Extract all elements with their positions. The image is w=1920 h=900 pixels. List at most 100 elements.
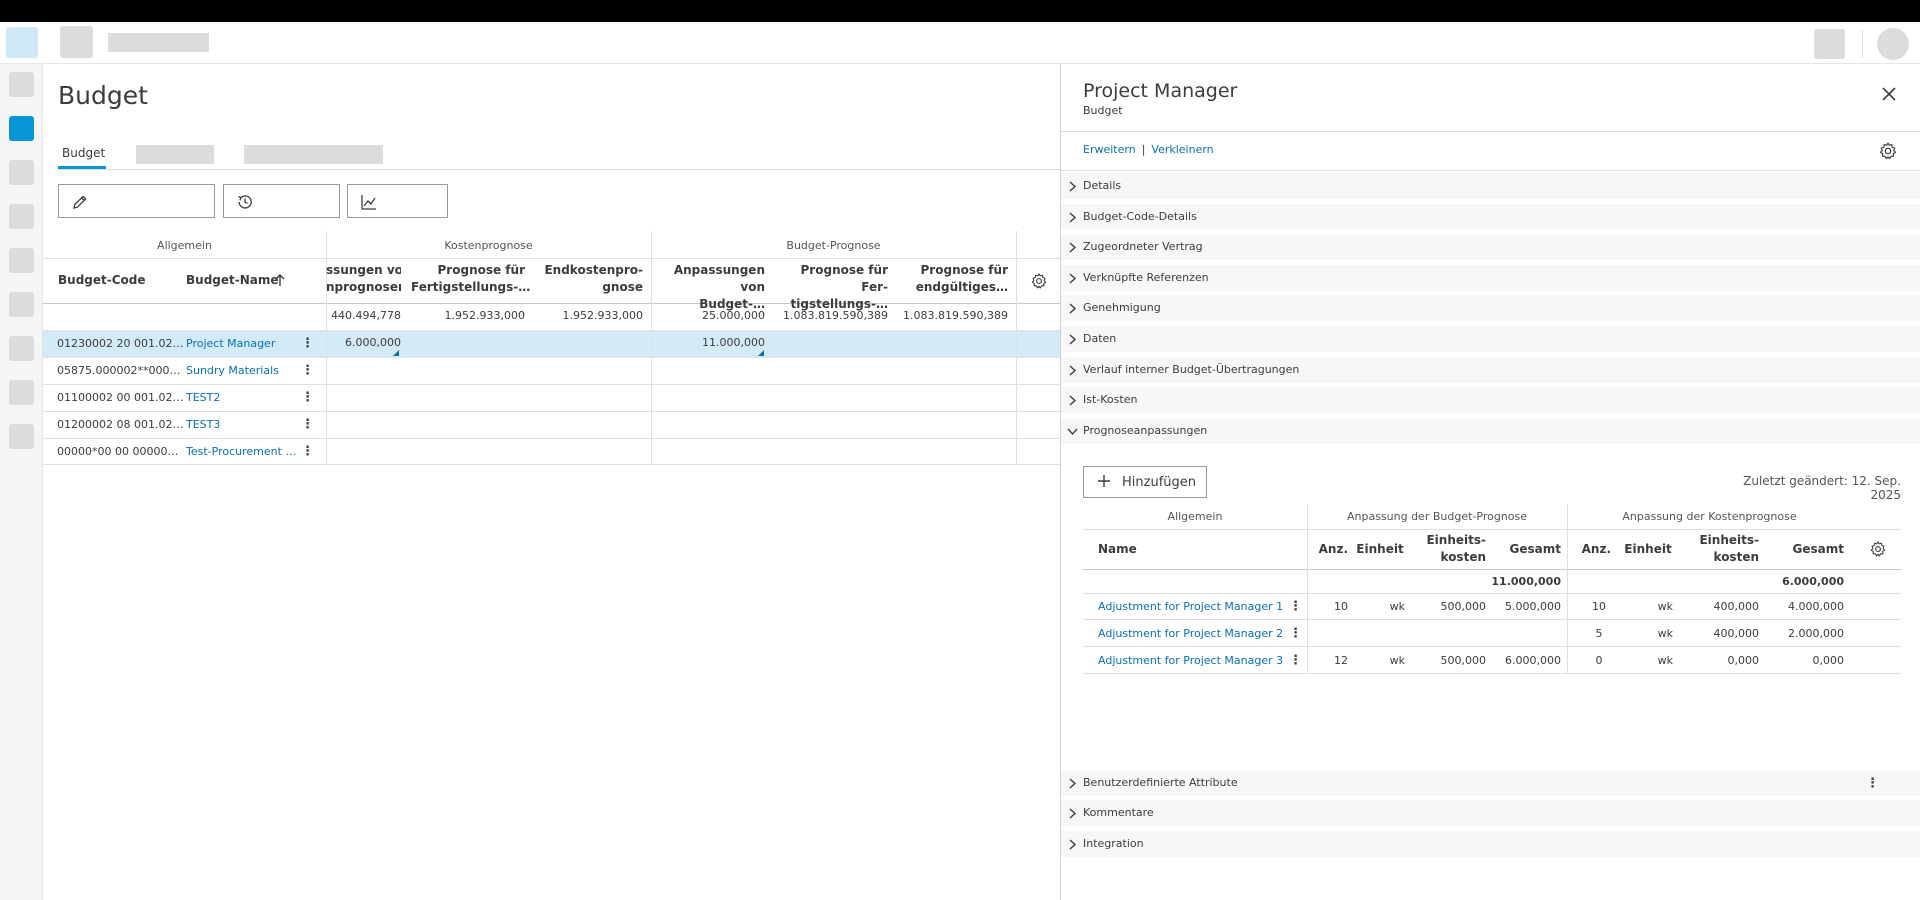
section-assigned-contract[interactable]: Zugeordneter Vertrag: [1061, 234, 1920, 261]
nav-item-6[interactable]: [9, 292, 34, 317]
avatar[interactable]: [1877, 28, 1909, 60]
row-menu-icon[interactable]: ⋮: [301, 364, 314, 377]
grid-line: [43, 258, 1060, 259]
help-button[interactable]: [1814, 29, 1845, 59]
chevron-right-icon: [1069, 334, 1077, 345]
group-header-general: Allgemein: [157, 239, 212, 252]
budget-qty: 12: [1334, 654, 1348, 667]
section-linked-references[interactable]: Verknüpfte Referenzen: [1061, 265, 1920, 292]
column-header-budget-name[interactable]: Budget-Name: [186, 272, 279, 289]
row-menu-icon[interactable]: ⋮: [1289, 654, 1302, 667]
table-line: [1307, 504, 1308, 674]
gear-icon[interactable]: [1030, 272, 1048, 290]
page-title: Budget: [58, 81, 148, 110]
edit-button[interactable]: [58, 184, 215, 218]
table-line: [1083, 619, 1901, 620]
tab-placeholder-1[interactable]: [136, 145, 214, 164]
link-separator: |: [1141, 143, 1146, 156]
cost-unit: wk: [1657, 600, 1673, 613]
row-budget-name-link[interactable]: TEST2: [186, 391, 220, 404]
nav-item-7[interactable]: [9, 336, 34, 361]
section-dates[interactable]: Daten: [1061, 326, 1920, 353]
grid-line: [43, 464, 1060, 465]
cost-total: 0,000: [1812, 654, 1845, 667]
column-header-total[interactable]: Gesamt: [1491, 541, 1561, 558]
collapse-all-link[interactable]: Verkleinern: [1151, 143, 1213, 156]
sort-ascending-icon[interactable]: [274, 273, 286, 287]
row-menu-icon[interactable]: ⋮: [1289, 600, 1302, 613]
column-header-budget-code[interactable]: Budget-Code: [58, 272, 146, 289]
chart-button[interactable]: [347, 184, 448, 218]
app-switcher-button[interactable]: [60, 26, 93, 58]
grid-line: [43, 330, 1060, 331]
row-budget-adjustment[interactable]: 11.000,000: [651, 336, 765, 349]
column-header-budget-completion-forecast[interactable]: Prognose für Fer- tigstellungs-…: [773, 262, 888, 313]
gear-icon[interactable]: [1869, 540, 1887, 558]
nav-item-3[interactable]: [9, 160, 34, 185]
row-menu-icon[interactable]: ⋮: [301, 445, 314, 458]
expand-all-link[interactable]: Erweitern: [1083, 143, 1136, 156]
section-actual-costs[interactable]: Ist-Kosten: [1061, 387, 1920, 414]
column-header-completion-forecast[interactable]: Prognose für Fertigstellungs-…: [411, 262, 530, 296]
history-button[interactable]: [223, 184, 340, 218]
close-icon[interactable]: [1881, 86, 1897, 102]
column-header-name[interactable]: Name: [1098, 541, 1137, 558]
column-header-qty[interactable]: Anz.: [1307, 541, 1348, 558]
row-menu-icon[interactable]: ⋮: [301, 418, 314, 431]
section-internal-transfer-history[interactable]: Verlauf interner Budget-Übertragungen: [1061, 357, 1920, 384]
nav-item-5[interactable]: [9, 248, 34, 273]
row-menu-icon[interactable]: ⋮: [301, 391, 314, 404]
column-header-unit[interactable]: Einheit: [1623, 541, 1673, 558]
column-header-budget-final-forecast[interactable]: Prognose für endgültiges…: [898, 262, 1008, 296]
section-forecast-adjustments[interactable]: Prognoseanpassungen: [1061, 418, 1920, 445]
nav-item-budget[interactable]: [9, 116, 34, 141]
row-budget-name-link[interactable]: Sundry Materials: [186, 364, 279, 377]
adjustment-name-link[interactable]: Adjustment for Project Manager 3: [1098, 654, 1283, 667]
column-header-unit-cost[interactable]: Einheits- kosten: [1683, 532, 1759, 566]
column-header-unit-cost[interactable]: Einheits- kosten: [1413, 532, 1486, 566]
row-menu-icon[interactable]: ⋮: [1289, 627, 1302, 640]
add-button[interactable]: Hinzufügen: [1083, 466, 1207, 498]
nav-item-9[interactable]: [9, 424, 34, 449]
tab-placeholder-2[interactable]: [244, 145, 383, 164]
column-header-line: nprognosen: [326, 280, 401, 294]
row-budget-name-link[interactable]: TEST3: [186, 418, 220, 431]
header-divider: [1862, 30, 1863, 58]
app-logo[interactable]: [6, 27, 38, 58]
nav-item-8[interactable]: [9, 380, 34, 405]
section-integration[interactable]: Integration: [1061, 831, 1920, 858]
column-header-qty[interactable]: Anz.: [1567, 541, 1611, 558]
adjustment-name-link[interactable]: Adjustment for Project Manager 2: [1098, 627, 1283, 640]
adjustment-name-link[interactable]: Adjustment for Project Manager 1: [1098, 600, 1283, 613]
section-details[interactable]: Details: [1061, 173, 1920, 200]
table-line: [1083, 529, 1901, 530]
table-line: [1083, 593, 1901, 594]
grid-line: [43, 357, 1060, 358]
project-selector-placeholder[interactable]: [108, 33, 209, 52]
section-budget-code-details[interactable]: Budget-Code-Details: [1061, 204, 1920, 231]
section-approval[interactable]: Genehmigung: [1061, 295, 1920, 322]
section-label: Prognoseanpassungen: [1083, 424, 1208, 437]
nav-item-1[interactable]: [9, 72, 34, 97]
section-comments[interactable]: Kommentare: [1061, 800, 1920, 827]
row-forecast-adjustment[interactable]: 6.000,000: [326, 336, 401, 349]
section-custom-attributes[interactable]: Benutzerdefinierte Attribute ⋮: [1061, 770, 1920, 797]
budget-total: 5.000,000: [1505, 600, 1561, 613]
column-header-total[interactable]: Gesamt: [1769, 541, 1844, 558]
row-menu-icon[interactable]: ⋮: [301, 337, 314, 350]
row-budget-name-link[interactable]: Test-Procurement …: [186, 445, 296, 458]
column-header-unit[interactable]: Einheit: [1355, 541, 1405, 558]
tab-budget[interactable]: Budget: [62, 146, 105, 160]
column-header-final-cost-forecast[interactable]: Endkostenpro- gnose: [535, 262, 643, 296]
section-label: Ist-Kosten: [1083, 393, 1138, 406]
row-budget-name-link[interactable]: Project Manager: [186, 337, 275, 350]
section-menu-icon[interactable]: ⋮: [1866, 777, 1879, 790]
section-label: Verlauf interner Budget-Übertragungen: [1083, 363, 1300, 376]
gear-icon[interactable]: [1878, 141, 1898, 161]
column-header-forecast-adjustments[interactable]: ssungen von nprognosen: [326, 262, 401, 296]
chevron-right-icon: [1069, 181, 1077, 192]
chevron-right-icon: [1069, 395, 1077, 406]
nav-item-4[interactable]: [9, 204, 34, 229]
column-header-budget-adjustments[interactable]: Anpassungen von Budget-…: [651, 262, 765, 313]
section-label: Benutzerdefinierte Attribute: [1083, 776, 1238, 789]
